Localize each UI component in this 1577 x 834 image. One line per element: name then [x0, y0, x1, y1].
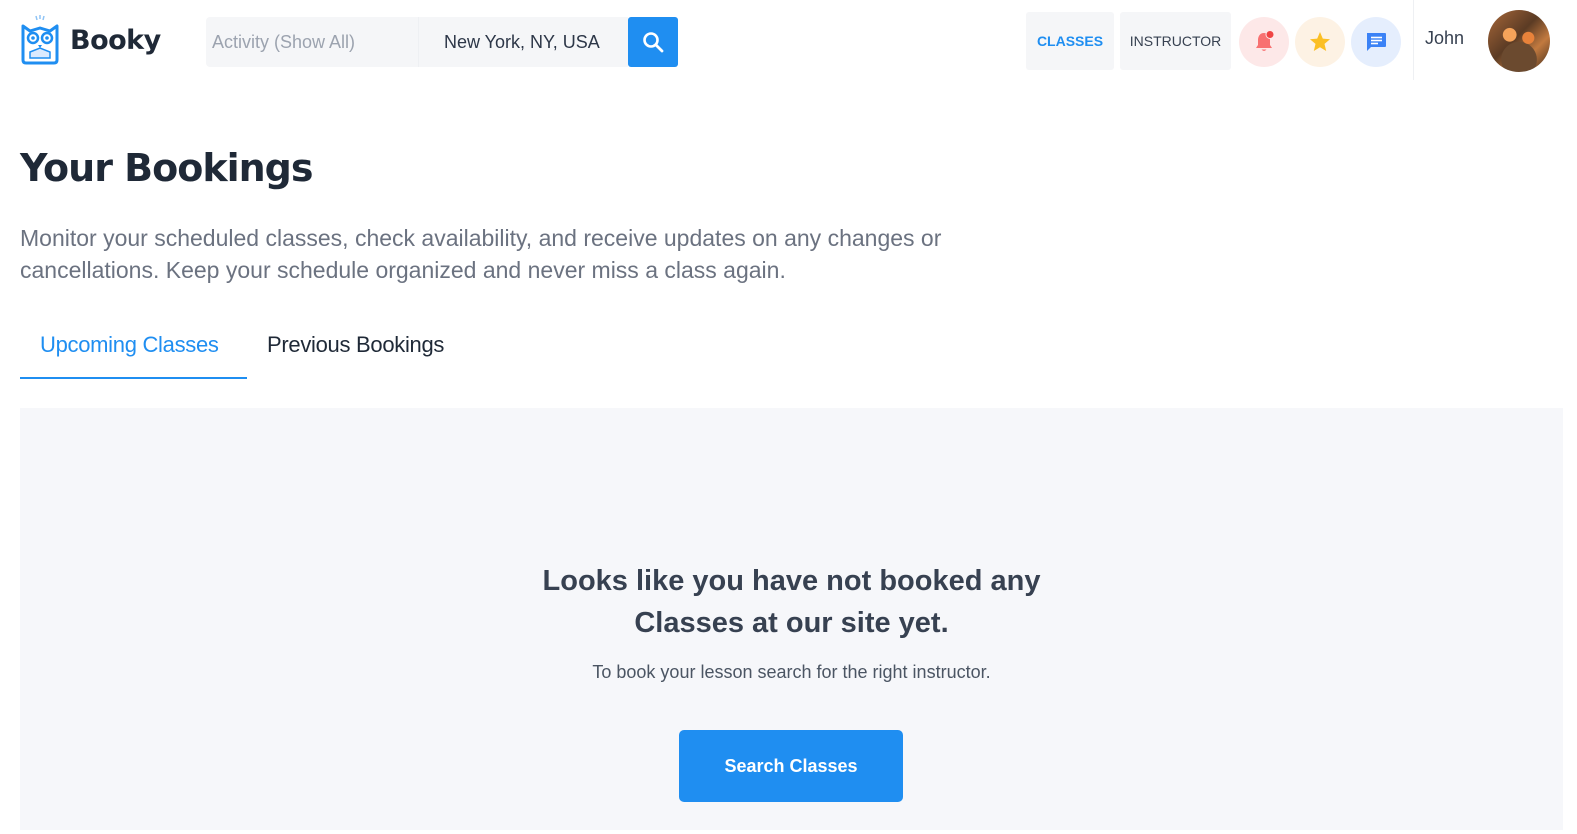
bell-icon [1256, 30, 1275, 51]
empty-state-title: Looks like you have not booked any Class… [20, 560, 1563, 644]
search-bar [206, 17, 678, 67]
avatar[interactable] [1488, 10, 1550, 72]
nav-instructor-link[interactable]: INSTRUCTOR [1120, 12, 1231, 70]
empty-state-title-line1: Looks like you have not booked any [542, 565, 1041, 597]
activity-input[interactable] [206, 17, 418, 67]
owl-logo-icon [21, 15, 59, 65]
messages-button[interactable] [1351, 17, 1401, 67]
header-divider [1413, 0, 1414, 80]
notification-dot-icon [1265, 30, 1275, 39]
page-title: Your Bookings [20, 146, 314, 190]
search-classes-button[interactable]: Search Classes [679, 730, 903, 802]
star-icon [1310, 32, 1330, 51]
empty-state-title-line2: Classes at our site yet. [634, 607, 949, 639]
tab-previous-bookings[interactable]: Previous Bookings [247, 322, 464, 379]
top-header: Booky CLASSES INSTRUCTOR [0, 0, 1577, 84]
search-icon [643, 32, 664, 53]
tab-upcoming-classes[interactable]: Upcoming Classes [20, 322, 247, 379]
logo[interactable]: Booky [20, 14, 161, 66]
nav-classes-link[interactable]: CLASSES [1026, 12, 1114, 70]
empty-state-panel: Looks like you have not booked any Class… [20, 408, 1563, 830]
message-icon [1367, 33, 1386, 51]
user-name[interactable]: John [1425, 28, 1464, 49]
notifications-button[interactable] [1239, 17, 1289, 67]
bookings-tabs: Upcoming Classes Previous Bookings [20, 322, 464, 379]
location-input[interactable] [418, 17, 628, 67]
favorites-button[interactable] [1295, 17, 1345, 67]
page-description: Monitor your scheduled classes, check av… [20, 225, 942, 283]
empty-state-subtitle: To book your lesson search for the right… [592, 662, 991, 682]
brand-name: Booky [70, 24, 161, 56]
search-button[interactable] [628, 17, 678, 67]
